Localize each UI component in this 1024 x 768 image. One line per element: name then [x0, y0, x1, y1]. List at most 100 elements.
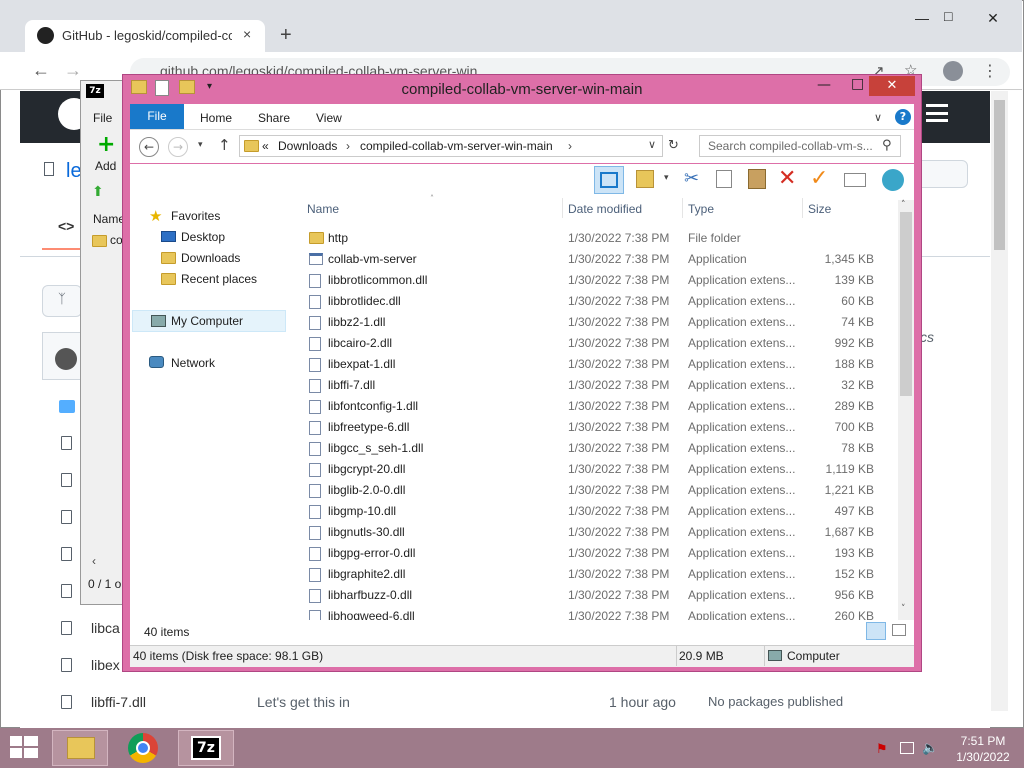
forward-button[interactable]: → [168, 137, 188, 157]
taskbar-clock[interactable]: 7:51 PM 1/30/2022 [952, 733, 1014, 765]
scroll-up-icon[interactable]: ˄ [901, 200, 906, 210]
up-folder-icon[interactable]: ⬆ [92, 184, 104, 200]
globe-icon[interactable] [882, 169, 904, 191]
breadcrumb-separator-icon[interactable]: › [346, 139, 350, 153]
preview-pane-button[interactable] [594, 166, 624, 194]
forward-arrow-icon[interactable]: → [64, 60, 82, 81]
breadcrumb-separator-icon[interactable]: › [568, 139, 572, 153]
tab-view[interactable]: View [316, 111, 342, 125]
file-list-scrollbar-thumb[interactable] [900, 212, 912, 396]
nav-recent-places[interactable]: Recent places [181, 272, 257, 286]
volume-icon[interactable]: 🔈 [922, 741, 938, 756]
dropdown-button[interactable] [916, 160, 968, 188]
folder-item[interactable]: co [110, 233, 123, 247]
close-window-button[interactable]: ✕ [869, 76, 915, 96]
file-type: Application extens... [688, 315, 796, 329]
file-name-partial[interactable]: libca [91, 620, 120, 636]
file-date: 1/30/2022 7:38 PM [568, 357, 670, 371]
network-tray-icon[interactable] [900, 742, 914, 754]
delete-icon[interactable]: ✕ [778, 166, 796, 191]
browser-tab[interactable]: GitHub - legoskid/compiled-coll... × [25, 20, 265, 52]
hamburger-icon[interactable] [926, 104, 948, 122]
views-dropdown-icon[interactable]: ▾ [664, 173, 669, 183]
dll-file-icon [309, 400, 321, 414]
breadcrumb-downloads[interactable]: Downloads [278, 139, 337, 153]
close-window-button[interactable]: ✕ [978, 11, 1008, 31]
file-type: Application extens... [688, 441, 796, 455]
nav-desktop[interactable]: Desktop [181, 230, 225, 244]
file-name: collab-vm-server [328, 252, 417, 266]
packages-text: No packages published [708, 694, 844, 709]
menu-kebab-icon[interactable]: ⋮ [982, 61, 998, 80]
commit-message[interactable]: Let's get this in [257, 694, 350, 710]
code-tab-icon[interactable]: <> [58, 218, 74, 234]
page-scrollbar-thumb[interactable] [994, 100, 1005, 250]
rename-check-icon[interactable]: ✓ [810, 166, 828, 191]
recent-dropdown-icon[interactable]: ▾ [198, 140, 203, 150]
file-icon [61, 510, 72, 524]
file-size: 992 KB [834, 336, 874, 350]
folder-icon [59, 400, 75, 413]
minimize-icon[interactable]: — [817, 77, 831, 93]
address-dropdown-icon[interactable]: ∨ [648, 138, 656, 151]
close-tab-button[interactable]: × [243, 26, 251, 42]
file-name: libgmp-10.dll [328, 504, 397, 518]
taskbar-chrome-button[interactable] [115, 730, 171, 766]
scroll-left-icon[interactable]: ‹ [92, 554, 96, 568]
computer-icon [151, 315, 166, 327]
back-button[interactable]: ← [139, 137, 159, 157]
file-name: libbz2-1.dll [328, 315, 386, 329]
maximize-icon[interactable]: □ [851, 76, 864, 92]
file-icon [61, 621, 72, 635]
start-button[interactable] [10, 736, 38, 760]
scroll-down-icon[interactable]: ˅ [901, 604, 906, 614]
search-icon[interactable]: ⚲ [882, 138, 892, 153]
dll-file-icon [309, 568, 321, 582]
up-button[interactable]: ↑ [218, 136, 231, 154]
action-center-flag-icon[interactable]: ⚑ [876, 742, 888, 757]
nav-network[interactable]: Network [171, 356, 215, 370]
cut-icon[interactable]: ✂ [684, 168, 699, 189]
details-view-icon[interactable] [866, 622, 886, 640]
tab-share[interactable]: Share [258, 111, 290, 125]
file-name[interactable]: libffi-7.dll [91, 694, 146, 710]
sevenzip-file-menu[interactable]: File [93, 111, 112, 125]
profile-avatar[interactable] [943, 61, 963, 81]
tab-file[interactable]: File [130, 104, 184, 129]
file-date: 1/30/2022 7:38 PM [568, 273, 670, 287]
navigation-pane [130, 200, 298, 645]
ribbon-expand-icon[interactable]: ∨ [874, 111, 882, 124]
file-icon [61, 695, 72, 709]
paste-icon[interactable] [748, 169, 766, 189]
large-icons-view-icon[interactable] [892, 624, 906, 636]
file-name-partial[interactable]: libex [91, 657, 120, 673]
add-label[interactable]: Add [95, 159, 116, 173]
new-tab-button[interactable]: + [280, 24, 292, 47]
tab-title: GitHub - legoskid/compiled-coll... [62, 28, 232, 43]
refresh-icon[interactable]: ↻ [668, 138, 679, 153]
taskbar-sevenzip-button[interactable]: 7z [178, 730, 234, 766]
desktop-icon [161, 231, 176, 242]
nav-my-computer[interactable]: My Computer [171, 314, 243, 328]
column-name[interactable]: Name [307, 202, 339, 216]
nav-downloads[interactable]: Downloads [181, 251, 240, 265]
column-type[interactable]: Type [688, 202, 714, 216]
properties-icon[interactable] [844, 173, 866, 187]
copy-icon[interactable] [716, 170, 732, 188]
back-arrow-icon[interactable]: ← [32, 60, 50, 81]
nav-favorites[interactable]: Favorites [171, 209, 220, 223]
name-column-header[interactable]: Name [93, 212, 125, 226]
maximize-icon[interactable]: □ [944, 8, 952, 24]
file-size: 60 KB [841, 294, 874, 308]
tab-home[interactable]: Home [200, 111, 232, 125]
minimize-icon[interactable]: — [915, 10, 929, 26]
help-icon[interactable]: ? [895, 109, 911, 125]
taskbar-explorer-button[interactable] [52, 730, 108, 766]
add-icon[interactable]: + [97, 134, 115, 156]
column-size[interactable]: Size [808, 202, 831, 216]
network-icon [149, 356, 164, 368]
column-date[interactable]: Date modified [568, 202, 642, 216]
views-icon[interactable] [636, 170, 654, 188]
breadcrumb-overflow[interactable]: « [262, 139, 269, 153]
breadcrumb-current[interactable]: compiled-collab-vm-server-win-main [360, 139, 553, 153]
